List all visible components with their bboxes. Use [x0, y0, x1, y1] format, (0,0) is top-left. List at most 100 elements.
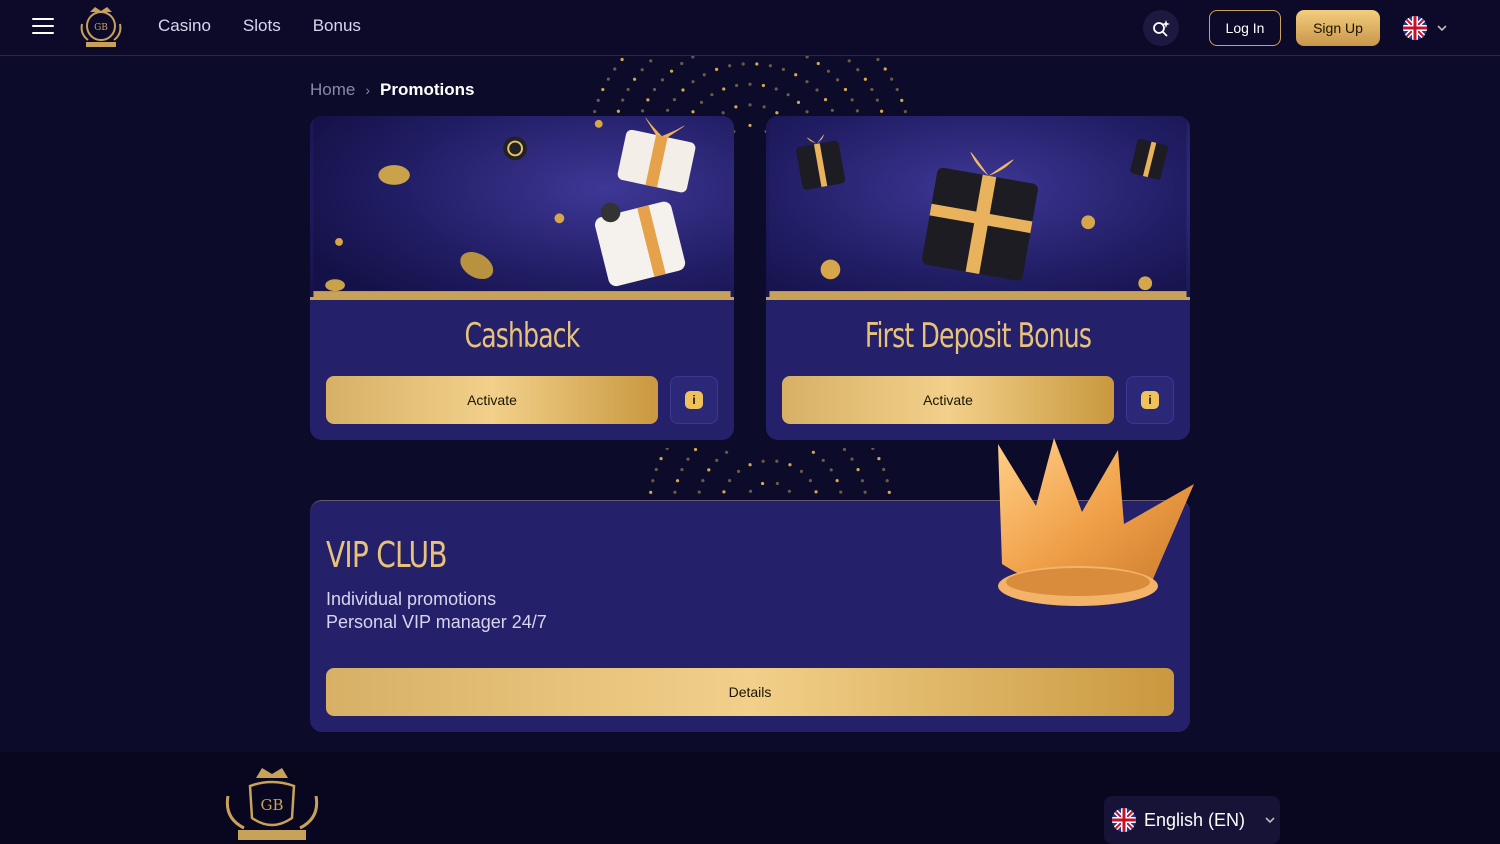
dot [710, 93, 714, 97]
dot [693, 448, 698, 452]
dot [748, 463, 752, 467]
dot [835, 78, 840, 82]
uk-flag-icon [1403, 16, 1427, 40]
dot [847, 59, 851, 63]
chevron-down-icon [1437, 25, 1447, 32]
dot [649, 59, 653, 63]
dot [672, 98, 677, 102]
dot [748, 103, 752, 107]
dot [885, 479, 889, 483]
breadcrumb-home[interactable]: Home [310, 80, 355, 100]
dot [686, 457, 690, 461]
dot [697, 490, 701, 494]
footer-language-selector[interactable]: English (EN) [1104, 796, 1280, 844]
login-button[interactable]: Log In [1209, 10, 1281, 46]
dot [748, 82, 752, 86]
dot [821, 458, 825, 462]
signup-button[interactable]: Sign Up [1296, 10, 1380, 46]
dot [761, 459, 765, 463]
dot [805, 110, 809, 114]
dot [734, 105, 738, 109]
dot [781, 67, 786, 72]
dot [774, 87, 778, 91]
dot [654, 467, 658, 472]
activate-cashback-button[interactable]: Activate [326, 376, 658, 424]
dot [691, 80, 695, 84]
dot [728, 479, 732, 483]
dot [741, 62, 745, 66]
dot [666, 108, 670, 112]
dot [707, 468, 711, 472]
dot [805, 80, 809, 84]
dot [593, 109, 597, 114]
dot [606, 77, 610, 81]
language-label: English (EN) [1144, 809, 1246, 830]
info-button[interactable]: i [1126, 376, 1174, 424]
dot [722, 490, 726, 494]
chevron-right-icon: › [365, 82, 371, 98]
nav-slots[interactable]: Slots [243, 16, 281, 36]
promo-card-first-deposit: First Deposit Bonus Activate i [766, 116, 1190, 440]
dot [721, 111, 725, 115]
activate-first-deposit-button[interactable]: Activate [782, 376, 1114, 424]
dot [715, 458, 719, 462]
dot [675, 479, 680, 483]
cashback-illustration [310, 116, 734, 300]
dot [842, 448, 847, 452]
nav-bonus[interactable]: Bonus [313, 16, 361, 36]
dot [768, 64, 772, 68]
dot [735, 83, 739, 88]
dot [680, 61, 684, 66]
info-button[interactable]: i [670, 376, 718, 424]
dot [651, 479, 655, 483]
info-icon: i [685, 391, 703, 409]
dot [641, 109, 645, 113]
dot [816, 61, 820, 66]
dot [811, 450, 815, 454]
dot [900, 98, 904, 102]
breadcrumb: Home › Promotions [310, 80, 474, 100]
dot [815, 88, 819, 92]
dot [620, 57, 624, 62]
dot [601, 87, 605, 92]
dot [863, 77, 867, 81]
dot [699, 100, 704, 104]
dot [649, 490, 653, 494]
dot [875, 98, 879, 102]
chevron-down-icon [1265, 817, 1275, 824]
promo-title: First Deposit Bonus [864, 316, 1092, 356]
nav-casino[interactable]: Casino [158, 16, 211, 36]
dot [728, 64, 732, 68]
dot [860, 479, 865, 483]
language-selector[interactable] [1403, 16, 1447, 40]
dot [814, 490, 818, 494]
dot [887, 490, 891, 494]
gift-illustration [766, 116, 1190, 300]
dot [823, 98, 828, 102]
dot [855, 109, 859, 113]
dot [669, 69, 674, 73]
dot [890, 77, 894, 81]
dot [879, 109, 884, 113]
dot [722, 87, 726, 91]
dot [616, 109, 621, 113]
vip-details-button[interactable]: Details [326, 668, 1174, 716]
site-logo[interactable]: GB [76, 4, 126, 50]
footer-logo[interactable]: GB [220, 766, 324, 844]
menu-icon[interactable] [32, 18, 54, 36]
dot [786, 93, 790, 97]
dot [748, 489, 753, 493]
dot [871, 448, 875, 450]
dot [725, 450, 729, 454]
dot [787, 489, 792, 493]
dot [760, 481, 765, 486]
search-button[interactable] [1143, 10, 1179, 46]
dot [748, 123, 752, 128]
dot [835, 478, 839, 483]
svg-text:GB: GB [260, 796, 283, 814]
crown-icon [998, 438, 1194, 606]
dot [829, 468, 833, 472]
dot [755, 62, 759, 66]
dot [652, 87, 657, 92]
dot [691, 110, 695, 114]
